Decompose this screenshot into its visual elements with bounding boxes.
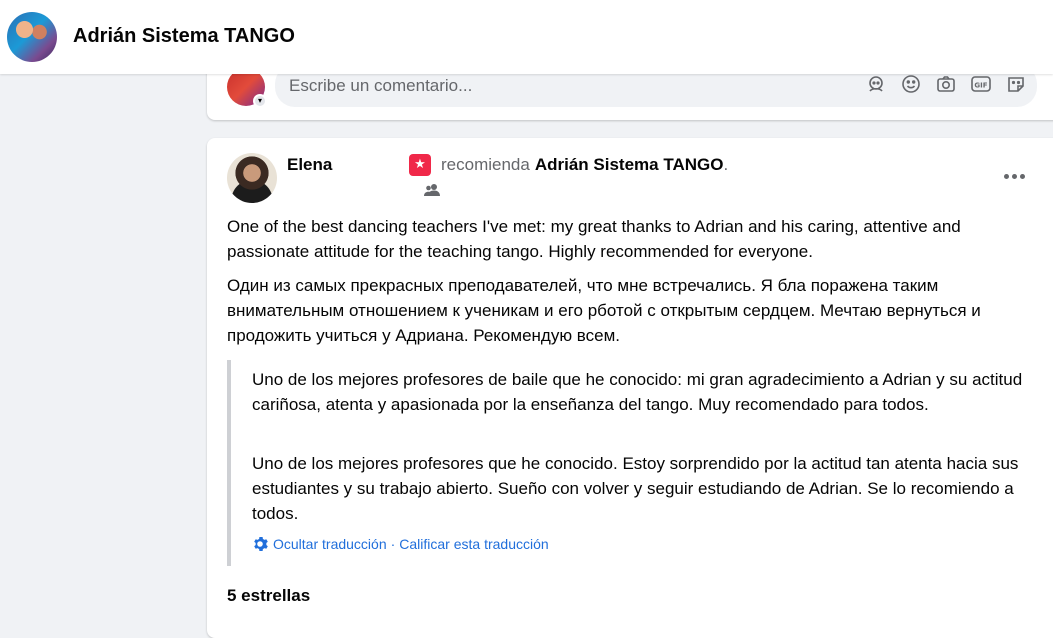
chevron-down-icon[interactable]: ▾ xyxy=(253,94,267,108)
rate-translation-link[interactable]: Calificar esta traducción xyxy=(399,536,548,552)
translation-block: Uno de los mejores profesores de baile q… xyxy=(227,360,1053,566)
page-header: Adrián Sistema TANGO xyxy=(0,0,1053,74)
page-title[interactable]: Adrián Sistema TANGO xyxy=(73,25,295,48)
recommendation-line: ★ recomienda Adrián Sistema TANGO. xyxy=(409,154,728,176)
post-text-russian: Один из самых прекрасных преподавателей,… xyxy=(227,276,981,345)
recommendation-post: Elena ★ recomienda Adrián Sistema TANGO.… xyxy=(207,138,1053,638)
camera-icon[interactable] xyxy=(935,73,957,95)
link-separator: · xyxy=(390,536,396,552)
translation-paragraph-2: Uno de los mejores profesores que he con… xyxy=(252,454,1019,523)
post-text-english: One of the best dancing teachers I've me… xyxy=(227,217,961,261)
translation-paragraph-1: Uno de los mejores profesores de baile q… xyxy=(252,370,1023,414)
author-avatar[interactable] xyxy=(227,153,277,203)
target-suffix: . xyxy=(723,155,729,174)
more-options-button[interactable] xyxy=(1000,162,1028,190)
translation-links: Ocultar traducción · Calificar esta trad… xyxy=(252,536,549,552)
recommend-icon: ★ xyxy=(409,154,431,176)
gif-icon[interactable]: GIF xyxy=(970,73,992,95)
recommends-label: recomienda xyxy=(441,155,530,174)
rating-label: 5 estrellas xyxy=(227,586,311,605)
author-name[interactable]: Elena xyxy=(287,155,332,175)
page-avatar[interactable] xyxy=(7,12,57,62)
comment-placeholder: Escribe un comentario... xyxy=(289,76,473,95)
recommended-page-link[interactable]: Adrián Sistema TANGO xyxy=(535,155,724,175)
emoji-icon[interactable] xyxy=(900,73,922,95)
sticker-icon[interactable] xyxy=(1005,73,1027,95)
gear-icon[interactable] xyxy=(252,536,268,552)
friends-icon[interactable] xyxy=(424,183,440,197)
svg-text:GIF: GIF xyxy=(974,82,987,90)
hide-translation-link[interactable]: Ocultar traducción xyxy=(273,536,387,552)
avatar-sticker-icon[interactable] xyxy=(865,73,887,95)
